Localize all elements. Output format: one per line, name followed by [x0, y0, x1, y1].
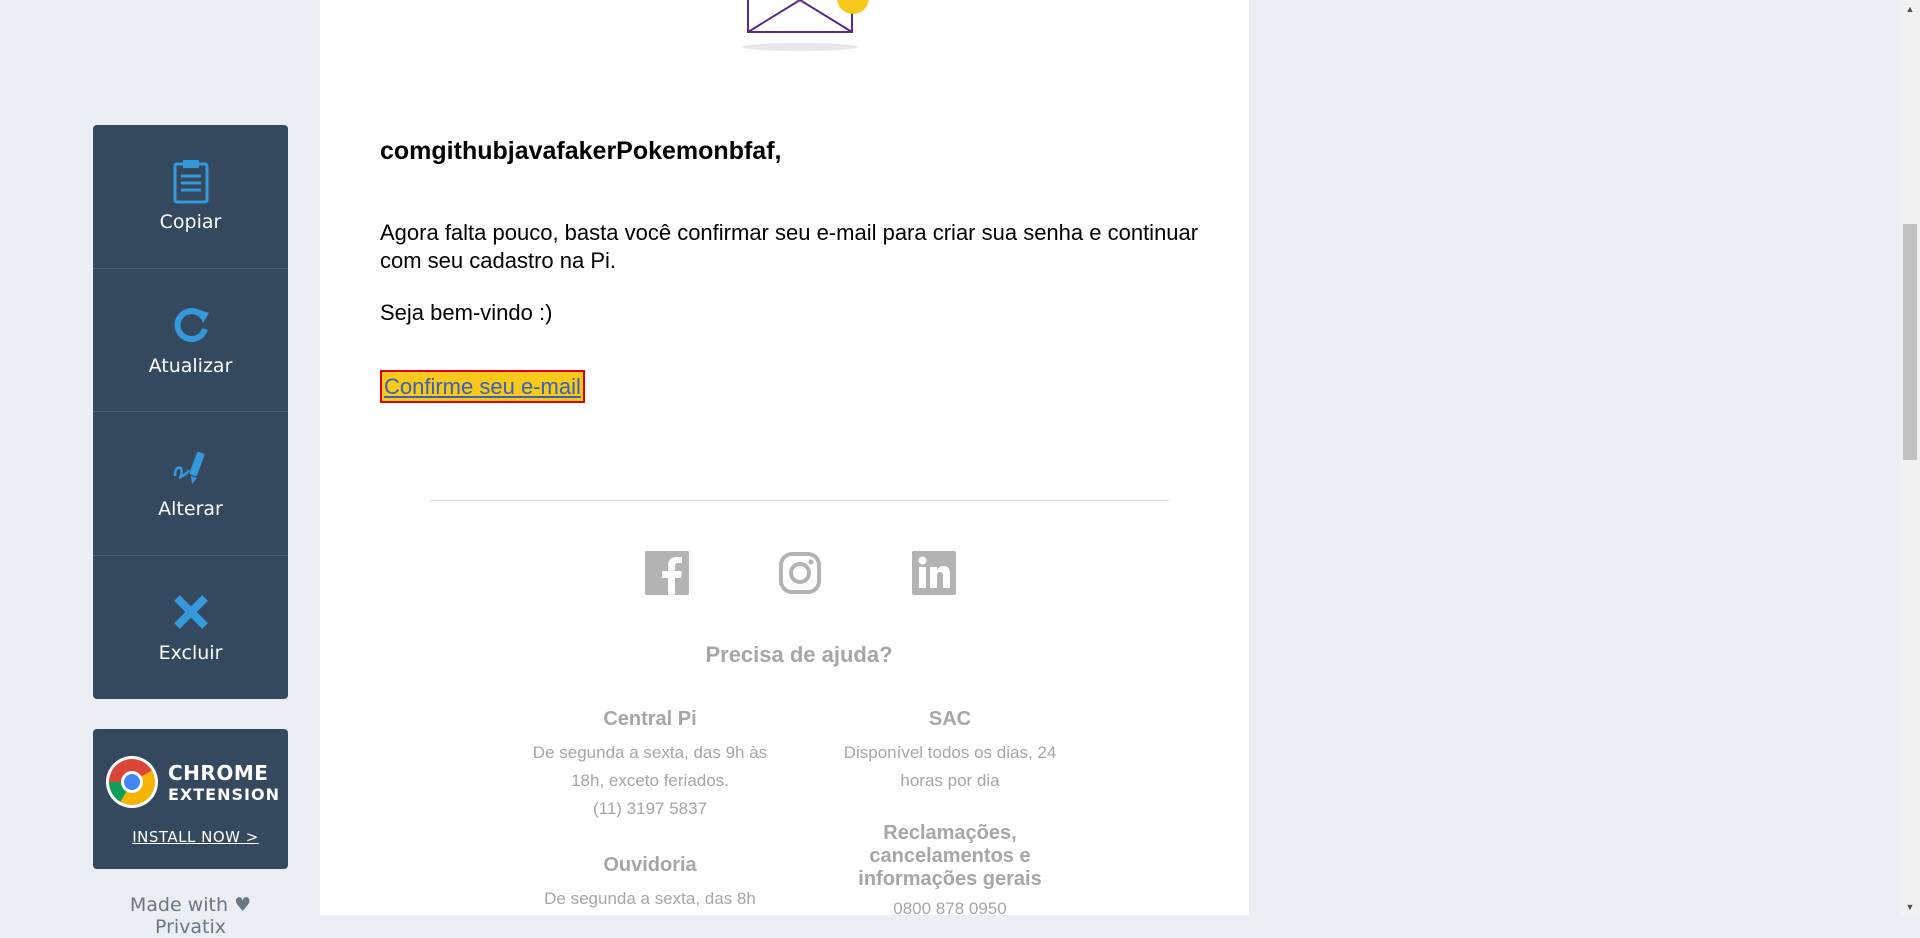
close-x-icon: [169, 590, 213, 634]
delete-button[interactable]: Excluir: [93, 556, 288, 700]
help-title: Precisa de ajuda?: [705, 642, 893, 667]
email-welcome: Seja bem-vindo :): [380, 300, 553, 325]
refresh-button[interactable]: Atualizar: [93, 269, 288, 412]
scroll-up-arrow-icon[interactable]: ▲: [1900, 0, 1920, 17]
refresh-icon: [169, 303, 213, 347]
central-pi-title: Central Pi: [603, 708, 697, 730]
instagram-icon[interactable]: [778, 551, 822, 595]
reclamacoes-phone: 0800 878 0950: [893, 899, 1007, 918]
envelope-illustration-icon: [742, 0, 869, 51]
chrome-title: CHROME: [168, 761, 269, 785]
ouvidoria-contact: Ouvidoria De segunda a sexta, das 8h: [530, 854, 770, 913]
email-body: Agora falta pouco, basta você confirmar …: [380, 220, 1199, 273]
refresh-label: Atualizar: [148, 354, 233, 377]
central-pi-hours: De segunda a sexta, das 9h às 18h, excet…: [532, 743, 768, 790]
privatix-sidebar: Copiar Atualizar Alterar Excluir: [93, 125, 288, 699]
email-greeting: comgithubjavafakerPokemonbfaf,: [380, 137, 782, 165]
chrome-subtitle: EXTENSION: [168, 785, 280, 804]
sac-hours: Disponível todos os dias, 24 horas por d…: [843, 743, 1057, 790]
scroll-down-arrow-icon[interactable]: ▼: [1900, 898, 1920, 915]
scrollbar-thumb[interactable]: [1903, 224, 1917, 460]
ouvidoria-title: Ouvidoria: [603, 854, 697, 876]
chrome-logo-icon: [105, 755, 159, 809]
edit-button[interactable]: Alterar: [93, 412, 288, 556]
delete-label: Excluir: [158, 642, 223, 665]
sac-contact: SAC Disponível todos os dias, 24 horas p…: [830, 708, 1070, 795]
linkedin-icon[interactable]: [912, 551, 956, 595]
footer-divider: [429, 500, 1169, 501]
reclamacoes-contact: Reclamações, cancelamentos e informações…: [830, 822, 1070, 923]
confirm-email-link[interactable]: Confirme seu e-mail: [380, 370, 585, 403]
made-with-text: Made with ♥ Privatix: [129, 894, 252, 938]
central-pi-contact: Central Pi De segunda a sexta, das 9h às…: [530, 708, 770, 823]
vertical-scrollbar[interactable]: ▲ ▼: [1900, 0, 1920, 915]
copy-button[interactable]: Copiar: [93, 125, 288, 269]
install-now-link[interactable]: INSTALL NOW >: [93, 828, 288, 846]
clipboard-icon: [169, 159, 213, 204]
copy-label: Copiar: [159, 211, 222, 234]
edit-signature-icon: [169, 446, 213, 490]
email-panel: comgithubjavafakerPokemonbfaf, Agora fal…: [320, 0, 1249, 918]
facebook-icon[interactable]: [645, 551, 689, 595]
sac-title: SAC: [928, 708, 972, 730]
reclamacoes-title: Reclamações, cancelamentos e informações…: [858, 822, 1042, 890]
chrome-extension-banner[interactable]: CHROME EXTENSION INSTALL NOW >: [93, 729, 288, 869]
central-pi-phone: (11) 3197 5837: [592, 799, 708, 818]
edit-label: Alterar: [158, 498, 223, 521]
ouvidoria-hours: De segunda a sexta, das 8h: [544, 889, 756, 908]
